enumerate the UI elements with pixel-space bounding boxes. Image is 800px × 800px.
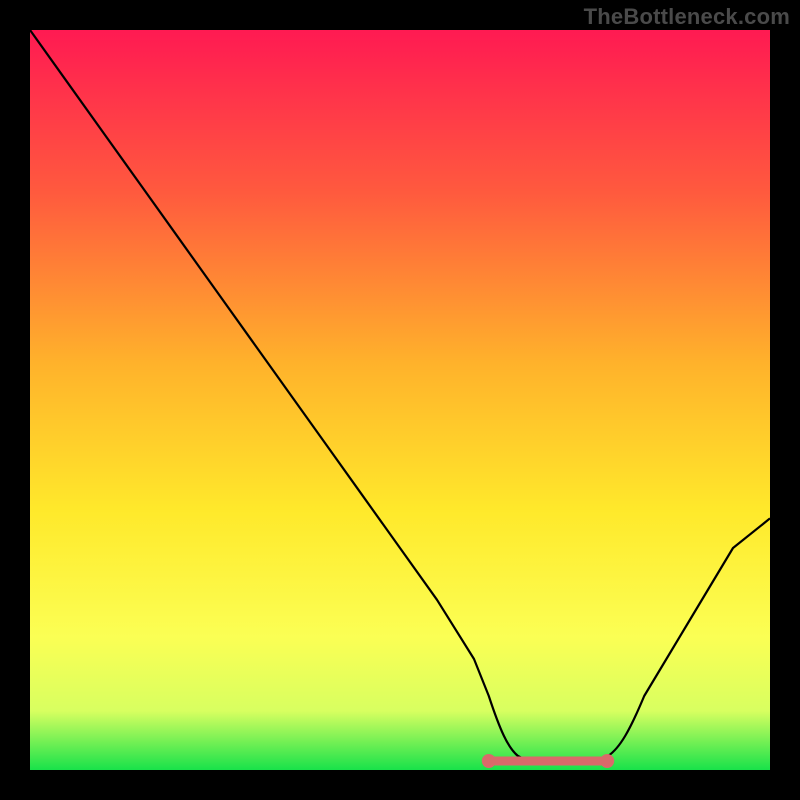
watermark-text: TheBottleneck.com [584, 4, 790, 30]
bottleneck-chart [30, 30, 770, 770]
gradient-background [30, 30, 770, 770]
chart-frame: TheBottleneck.com [0, 0, 800, 800]
